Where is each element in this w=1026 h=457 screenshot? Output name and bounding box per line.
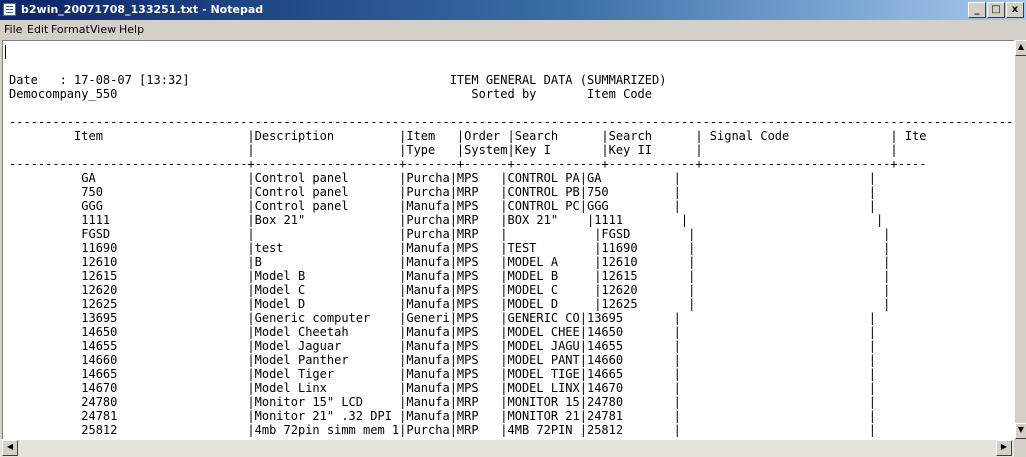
text-area[interactable]: Date : 17-08-07 [13:32] ITEM GENERAL DAT… [2,40,1015,440]
maximize-button[interactable]: □ [987,2,1005,18]
text-line: 14660 |Model Panther |Manufa|MPS |MODEL … [9,353,876,367]
menu-file[interactable]: File [4,23,22,36]
text-caret [5,45,6,59]
size-grip[interactable] [1014,439,1026,456]
title-bar[interactable]: b2win_20071708_133251.txt - Notepad _ □ … [0,0,1026,20]
horizontal-scrollbar[interactable]: ◀ ▶ [0,439,1014,457]
text-line: Democompany_550 Sorted by Item Code [9,87,652,101]
text-line: GA |Control panel |Purcha|MPS |CONTROL P… [9,171,876,185]
notepad-icon [3,3,16,16]
vertical-scrollbar[interactable]: ▲ ▼ [1014,40,1026,439]
arrow-left-icon[interactable]: ◀ [2,440,18,456]
text-line: Date : 17-08-07 [13:32] ITEM GENERAL DAT… [9,73,667,87]
text-line: 24780 |Monitor 15" LCD |Manufa|MRP |MONI… [9,395,876,409]
arrow-down-icon[interactable]: ▼ [1015,423,1026,439]
minimize-button[interactable]: _ [968,2,986,18]
text-line: 12610 |B |Manufa|MPS |MODEL A |12610 | | [9,255,891,269]
text-line: 14650 |Model Cheetah |Manufa|MPS |MODEL … [9,325,876,339]
text-line: 12620 |Model C |Manufa|MPS |MODEL C |126… [9,283,891,297]
arrow-up-icon[interactable]: ▲ [1015,40,1026,56]
text-line: 13695 |Generic computer |Generi|MPS |GEN… [9,311,876,325]
text-line: 14670 |Model Linx |Manufa|MPS |MODEL LIN… [9,381,876,395]
menu-view[interactable]: View [90,23,116,36]
text-line: 25812 |4mb 72pin simm mem 1|Purcha|MRP |… [9,423,876,437]
window-title: b2win_20071708_133251.txt - Notepad [21,3,264,16]
text-line: 11690 |test |Manufa|MPS |TEST |11690 | | [9,241,891,255]
text-line: 1111 |Box 21" |Purcha|MRP |BOX 21" |1111… [9,213,884,227]
text-line: 14665 |Model Tiger |Manufa|MPS |MODEL TI… [9,367,876,381]
text-line: GGG |Control panel |Manufa|MPS |CONTROL … [9,199,876,213]
text-line: 12625 |Model D |Manufa|MPS |MODEL D |126… [9,297,891,311]
text-line: 12615 |Model B |Manufa|MPS |MODEL B |126… [9,269,891,283]
close-button[interactable]: x [1006,2,1024,18]
menu-format[interactable]: Format [51,23,90,36]
menu-help[interactable]: Help [119,23,144,36]
text-line: ----------------------------------------… [9,115,1015,129]
text-line: | |Type |System|Key I |Key II | | [9,143,898,157]
window-controls: _ □ x [967,2,1024,18]
text-line: Item |Description |Item |Order |Search |… [9,129,927,143]
text-line: 24781 |Monitor 21" .32 DPI |Manufa|MRP |… [9,409,876,423]
text-line: FGSD | |Purcha|MRP | |FGSD | | [9,227,891,241]
arrow-right-icon[interactable]: ▶ [996,440,1012,456]
menu-bar: File Edit Format View Help [0,20,1026,39]
text-line: 14655 |Model Jaguar |Manufa|MPS |MODEL J… [9,339,876,353]
menu-edit[interactable]: Edit [27,23,48,36]
text-line: 750 |Control panel |Purcha|MRP |CONTROL … [9,185,876,199]
text-line: ---------------------------------+------… [9,157,927,171]
